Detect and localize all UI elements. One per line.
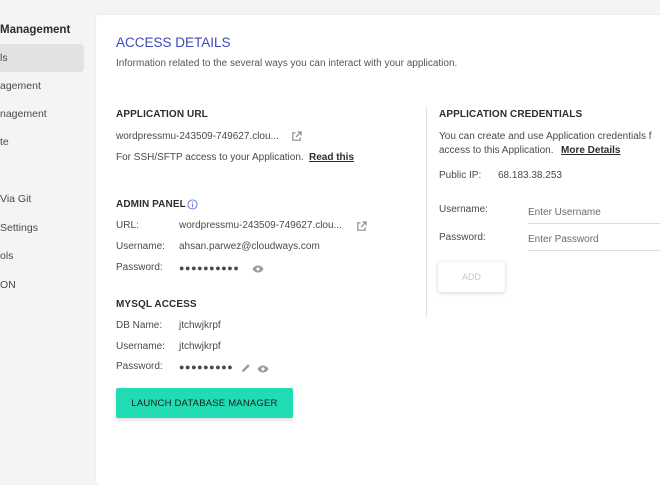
pencil-icon[interactable] — [241, 363, 251, 373]
credentials-description: You can create and use Application crede… — [439, 131, 652, 142]
mysql-password-label: Password: — [116, 361, 163, 372]
credentials-username-input[interactable] — [528, 201, 660, 224]
admin-password-value: ●●●●●●●●●● — [179, 263, 240, 273]
mysql-dbname-value[interactable]: jtchwjkrpf — [179, 320, 221, 331]
mysql-password-value: ●●●●●●●●● — [179, 362, 234, 372]
page-title: ACCESS DETAILS — [116, 35, 231, 50]
sidebar-item-tools[interactable]: ols — [0, 250, 13, 262]
public-ip-label: Public IP: — [439, 170, 482, 181]
sidebar-item-application-settings[interactable]: Settings — [0, 222, 38, 234]
application-url-value[interactable]: wordpressmu-243509-749627.clou... — [116, 131, 279, 142]
page-subtitle: Information related to the several ways … — [116, 58, 458, 69]
external-link-icon[interactable] — [356, 221, 367, 232]
admin-url-label: URL: — [116, 220, 139, 231]
mysql-dbname-label: DB Name: — [116, 320, 163, 331]
sidebar-heading: Management — [0, 24, 71, 36]
eye-icon[interactable] — [257, 365, 269, 373]
sidebar: Management ls agement nagement te Via Gi… — [0, 0, 88, 468]
admin-username-label: Username: — [116, 241, 165, 252]
launch-database-manager-button[interactable]: LAUNCH DATABASE MANAGER — [116, 388, 293, 418]
credentials-description-line2: access to this Application. — [439, 145, 554, 156]
mysql-access-title: MYSQL ACCESS — [116, 299, 197, 310]
sidebar-item-cdn[interactable]: ON — [0, 279, 16, 291]
mysql-username-label: Username: — [116, 341, 165, 352]
admin-password-label: Password: — [116, 262, 163, 273]
sidebar-item-domain-management[interactable]: agement — [0, 80, 41, 92]
admin-username-value[interactable]: ahsan.parwez@cloudways.com — [179, 241, 320, 252]
ssh-sftp-text: For SSH/SFTP access to your Application. — [116, 152, 304, 163]
credentials-username-label: Username: — [439, 204, 488, 215]
application-credentials-title: APPLICATION CREDENTIALS — [439, 109, 583, 120]
info-icon[interactable] — [187, 199, 198, 210]
read-this-link[interactable]: Read this — [309, 152, 354, 163]
mysql-username-value[interactable]: jtchwjkrpf — [179, 341, 221, 352]
admin-panel-title: ADMIN PANEL — [116, 199, 186, 210]
access-details-card: ACCESS DETAILS Information related to th… — [96, 15, 660, 485]
credentials-password-label: Password: — [439, 232, 486, 243]
sidebar-item-ssl-management[interactable]: nagement — [0, 108, 47, 120]
more-details-link[interactable]: More Details — [561, 145, 620, 156]
external-link-icon[interactable] — [291, 131, 302, 142]
column-divider — [426, 107, 427, 317]
sidebar-item-deployment-via-git[interactable]: Via Git — [0, 193, 31, 205]
eye-icon[interactable] — [252, 265, 264, 273]
credentials-password-input[interactable] — [528, 228, 660, 251]
admin-url-value[interactable]: wordpressmu-243509-749627.clou... — [179, 220, 342, 231]
sidebar-item-access-details[interactable]: ls — [0, 44, 84, 72]
application-url-title: APPLICATION URL — [116, 109, 208, 120]
add-credentials-button[interactable]: ADD — [438, 262, 505, 292]
sidebar-item-backup-restore[interactable]: te — [0, 136, 9, 148]
public-ip-value[interactable]: 68.183.38.253 — [498, 170, 562, 181]
